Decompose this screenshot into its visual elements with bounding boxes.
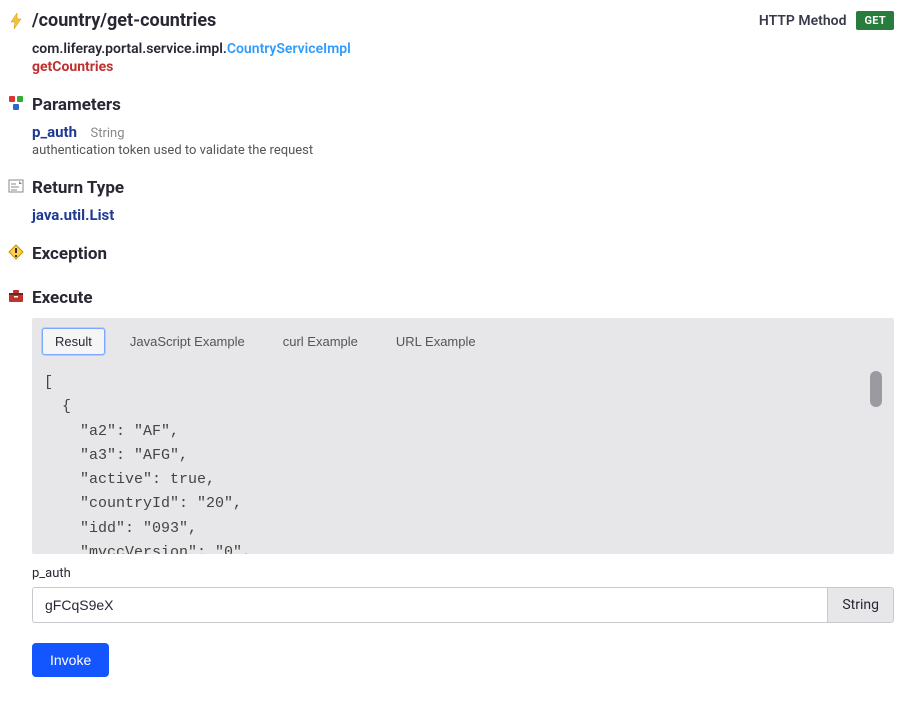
execute-icon xyxy=(8,288,24,304)
return-type-value: java.util.List xyxy=(32,206,114,224)
impl-method-name: getCountries xyxy=(32,59,894,75)
impl-class-line: com.liferay.portal.service.impl.CountryS… xyxy=(32,41,894,57)
execute-panel: Result JavaScript Example curl Example U… xyxy=(32,318,894,554)
parameters-body: p_auth String authentication token used … xyxy=(32,123,894,158)
p-auth-label: p_auth xyxy=(32,566,894,581)
return-type-icon xyxy=(8,178,24,194)
param-description: authentication token used to validate th… xyxy=(32,143,894,158)
exception-title: Exception xyxy=(32,244,107,264)
impl-block: com.liferay.portal.service.impl.CountryS… xyxy=(32,41,894,75)
invoke-button[interactable]: Invoke xyxy=(32,643,109,677)
parameters-title: Parameters xyxy=(32,95,121,115)
execute-form: p_auth String Invoke xyxy=(32,566,894,677)
p-auth-type-addon: String xyxy=(827,587,894,623)
exception-icon xyxy=(8,244,24,260)
lightning-icon xyxy=(8,13,24,29)
return-type-section-header: Return Type xyxy=(8,178,894,198)
result-scrollbar-thumb[interactable] xyxy=(870,371,882,407)
execute-tabs: Result JavaScript Example curl Example U… xyxy=(42,328,884,355)
result-output[interactable]: [ { "a2": "AF", "a3": "AFG", "active": t… xyxy=(42,369,884,554)
param-type: String xyxy=(91,126,125,141)
parameters-section-header: Parameters xyxy=(8,95,894,115)
tab-curl-example[interactable]: curl Example xyxy=(270,328,371,355)
exception-section-header: Exception xyxy=(8,244,894,264)
execute-section-header: Execute xyxy=(8,288,894,308)
p-auth-input-group: String xyxy=(32,587,894,623)
result-scrollbar[interactable] xyxy=(870,371,882,546)
endpoint-path: /country/get-countries xyxy=(32,10,216,31)
impl-class-prefix: com.liferay.portal.service.impl. xyxy=(32,41,227,57)
execute-title: Execute xyxy=(32,288,93,308)
tab-url-example[interactable]: URL Example xyxy=(383,328,489,355)
parameters-icon xyxy=(8,95,24,111)
tab-result[interactable]: Result xyxy=(42,328,105,355)
tab-javascript-example[interactable]: JavaScript Example xyxy=(117,328,258,355)
endpoint-header-left: /country/get-countries xyxy=(8,10,216,31)
param-name: p_auth xyxy=(32,123,77,141)
impl-class-link[interactable]: CountryServiceImpl xyxy=(227,41,351,57)
http-method-block: HTTP Method GET xyxy=(759,11,894,30)
return-type-title: Return Type xyxy=(32,178,124,198)
endpoint-header: /country/get-countries HTTP Method GET xyxy=(8,10,894,31)
result-output-wrap: [ { "a2": "AF", "a3": "AFG", "active": t… xyxy=(42,369,884,554)
parameter-row: p_auth String authentication token used … xyxy=(32,123,894,158)
http-method-label: HTTP Method xyxy=(759,13,847,29)
return-type-body: java.util.List xyxy=(32,206,894,224)
http-method-badge: GET xyxy=(856,11,894,30)
p-auth-input[interactable] xyxy=(32,587,827,623)
